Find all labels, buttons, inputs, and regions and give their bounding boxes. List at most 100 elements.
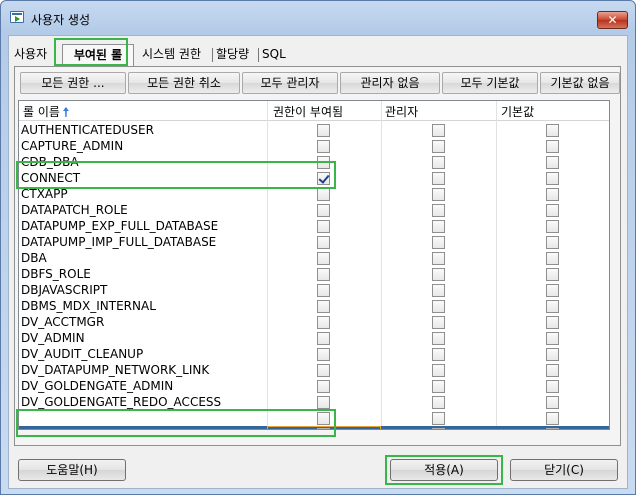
default-checkbox[interactable] (546, 412, 559, 425)
default-checkbox[interactable] (546, 204, 559, 217)
granted-checkbox[interactable] (317, 220, 330, 233)
granted-checkbox[interactable] (317, 204, 330, 217)
admin-checkbox[interactable] (432, 236, 445, 249)
granted-checkbox[interactable] (317, 428, 330, 429)
default-checkbox[interactable] (546, 252, 559, 265)
admin-checkbox[interactable] (432, 204, 445, 217)
admin-checkbox[interactable] (432, 268, 445, 281)
admin-checkbox[interactable] (432, 284, 445, 297)
admin-all-button[interactable]: 모두 관리자 (242, 72, 338, 94)
table-row[interactable]: CTXAPP (19, 186, 609, 202)
help-button[interactable]: 도움말(H) (18, 459, 126, 481)
admin-checkbox[interactable] (432, 412, 445, 425)
table-row[interactable]: DV_DATAPUMP_NETWORK_LINK (19, 362, 609, 378)
granted-checkbox[interactable] (317, 380, 330, 393)
admin-checkbox[interactable] (432, 124, 445, 137)
default-checkbox[interactable] (546, 364, 559, 377)
admin-checkbox[interactable] (432, 220, 445, 233)
table-row[interactable]: DV_AUDIT_CLEANUP (19, 346, 609, 362)
table-row[interactable]: CDB_DBA (19, 154, 609, 170)
table-row[interactable]: DATAPATCH_ROLE (19, 202, 609, 218)
granted-checkbox[interactable] (317, 396, 330, 409)
admin-checkbox[interactable] (432, 188, 445, 201)
default-checkbox[interactable] (546, 332, 559, 345)
column-header-admin[interactable]: 관리자 (385, 103, 418, 120)
granted-checkbox[interactable] (317, 252, 330, 265)
granted-checkbox[interactable] (317, 364, 330, 377)
default-checkbox[interactable] (546, 428, 559, 429)
admin-checkbox[interactable] (432, 428, 445, 429)
admin-checkbox[interactable] (432, 156, 445, 169)
table-row[interactable]: DBA (19, 250, 609, 266)
granted-checkbox[interactable] (317, 412, 330, 425)
admin-checkbox[interactable] (432, 300, 445, 313)
default-checkbox[interactable] (546, 300, 559, 313)
default-checkbox[interactable] (546, 220, 559, 233)
tab-sql[interactable]: SQL (262, 44, 286, 66)
default-checkbox[interactable] (546, 188, 559, 201)
granted-checkbox[interactable] (317, 300, 330, 313)
role-name: CDB_DBA (21, 155, 79, 169)
default-checkbox[interactable] (546, 172, 559, 185)
close-window-button[interactable]: ✕ (597, 11, 628, 29)
granted-checkbox[interactable] (317, 284, 330, 297)
table-row[interactable] (19, 410, 609, 426)
default-checkbox[interactable] (546, 156, 559, 169)
granted-checkbox[interactable] (317, 188, 330, 201)
default-checkbox[interactable] (546, 124, 559, 137)
default-all-button[interactable]: 모두 기본값 (442, 72, 538, 94)
default-checkbox[interactable] (546, 348, 559, 361)
granted-checkbox[interactable] (317, 172, 330, 185)
admin-checkbox[interactable] (432, 172, 445, 185)
granted-checkbox[interactable] (317, 268, 330, 281)
apply-button[interactable]: 적용(A) (390, 459, 498, 481)
default-checkbox[interactable] (546, 396, 559, 409)
tab-quotas[interactable]: 할당량 (216, 44, 249, 66)
default-checkbox[interactable] (546, 236, 559, 249)
close-button[interactable]: 닫기(C) (510, 459, 618, 481)
default-checkbox[interactable] (546, 268, 559, 281)
admin-checkbox[interactable] (432, 396, 445, 409)
table-row[interactable]: DBJAVASCRIPT (19, 282, 609, 298)
table-row[interactable]: RESOURCE (19, 426, 609, 429)
granted-checkbox[interactable] (317, 332, 330, 345)
column-header-role-name[interactable]: 롤 이름 (23, 103, 69, 120)
table-row[interactable]: DV_ACCTMGR (19, 314, 609, 330)
table-row[interactable]: DATAPUMP_IMP_FULL_DATABASE (19, 234, 609, 250)
table-row[interactable]: CONNECT (19, 170, 609, 186)
table-row[interactable]: DV_GOLDENGATE_ADMIN (19, 378, 609, 394)
default-checkbox[interactable] (546, 140, 559, 153)
admin-checkbox[interactable] (432, 316, 445, 329)
table-row[interactable]: CAPTURE_ADMIN (19, 138, 609, 154)
table-row[interactable]: DBMS_MDX_INTERNAL (19, 298, 609, 314)
revoke-all-button[interactable]: 모든 권한 취소 (128, 72, 240, 94)
tab-granted-roles[interactable]: 부여된 롤 (62, 44, 134, 66)
granted-checkbox[interactable] (317, 316, 330, 329)
admin-none-button[interactable]: 관리자 없음 (340, 72, 440, 94)
tab-users[interactable]: 사용자 (14, 44, 47, 66)
table-row[interactable]: DV_ADMIN (19, 330, 609, 346)
default-checkbox[interactable] (546, 316, 559, 329)
table-row[interactable]: DBFS_ROLE (19, 266, 609, 282)
granted-checkbox[interactable] (317, 140, 330, 153)
table-row[interactable]: DATAPUMP_EXP_FULL_DATABASE (19, 218, 609, 234)
column-header-granted[interactable]: 권한이 부여됨 (273, 103, 343, 120)
admin-checkbox[interactable] (432, 348, 445, 361)
default-checkbox[interactable] (546, 380, 559, 393)
default-checkbox[interactable] (546, 284, 559, 297)
table-row[interactable]: DV_GOLDENGATE_REDO_ACCESS (19, 394, 609, 410)
tab-system-privileges[interactable]: 시스템 권한 (142, 44, 201, 66)
column-header-default[interactable]: 기본값 (501, 103, 534, 120)
admin-checkbox[interactable] (432, 252, 445, 265)
default-none-button[interactable]: 기본값 없음 (540, 72, 620, 94)
admin-checkbox[interactable] (432, 364, 445, 377)
granted-checkbox[interactable] (317, 236, 330, 249)
admin-checkbox[interactable] (432, 380, 445, 393)
granted-checkbox[interactable] (317, 124, 330, 137)
table-row[interactable]: AUTHENTICATEDUSER (19, 122, 609, 138)
admin-checkbox[interactable] (432, 140, 445, 153)
granted-checkbox[interactable] (317, 156, 330, 169)
admin-checkbox[interactable] (432, 332, 445, 345)
grant-all-button[interactable]: 모든 권한 ... (20, 72, 126, 94)
granted-checkbox[interactable] (317, 348, 330, 361)
